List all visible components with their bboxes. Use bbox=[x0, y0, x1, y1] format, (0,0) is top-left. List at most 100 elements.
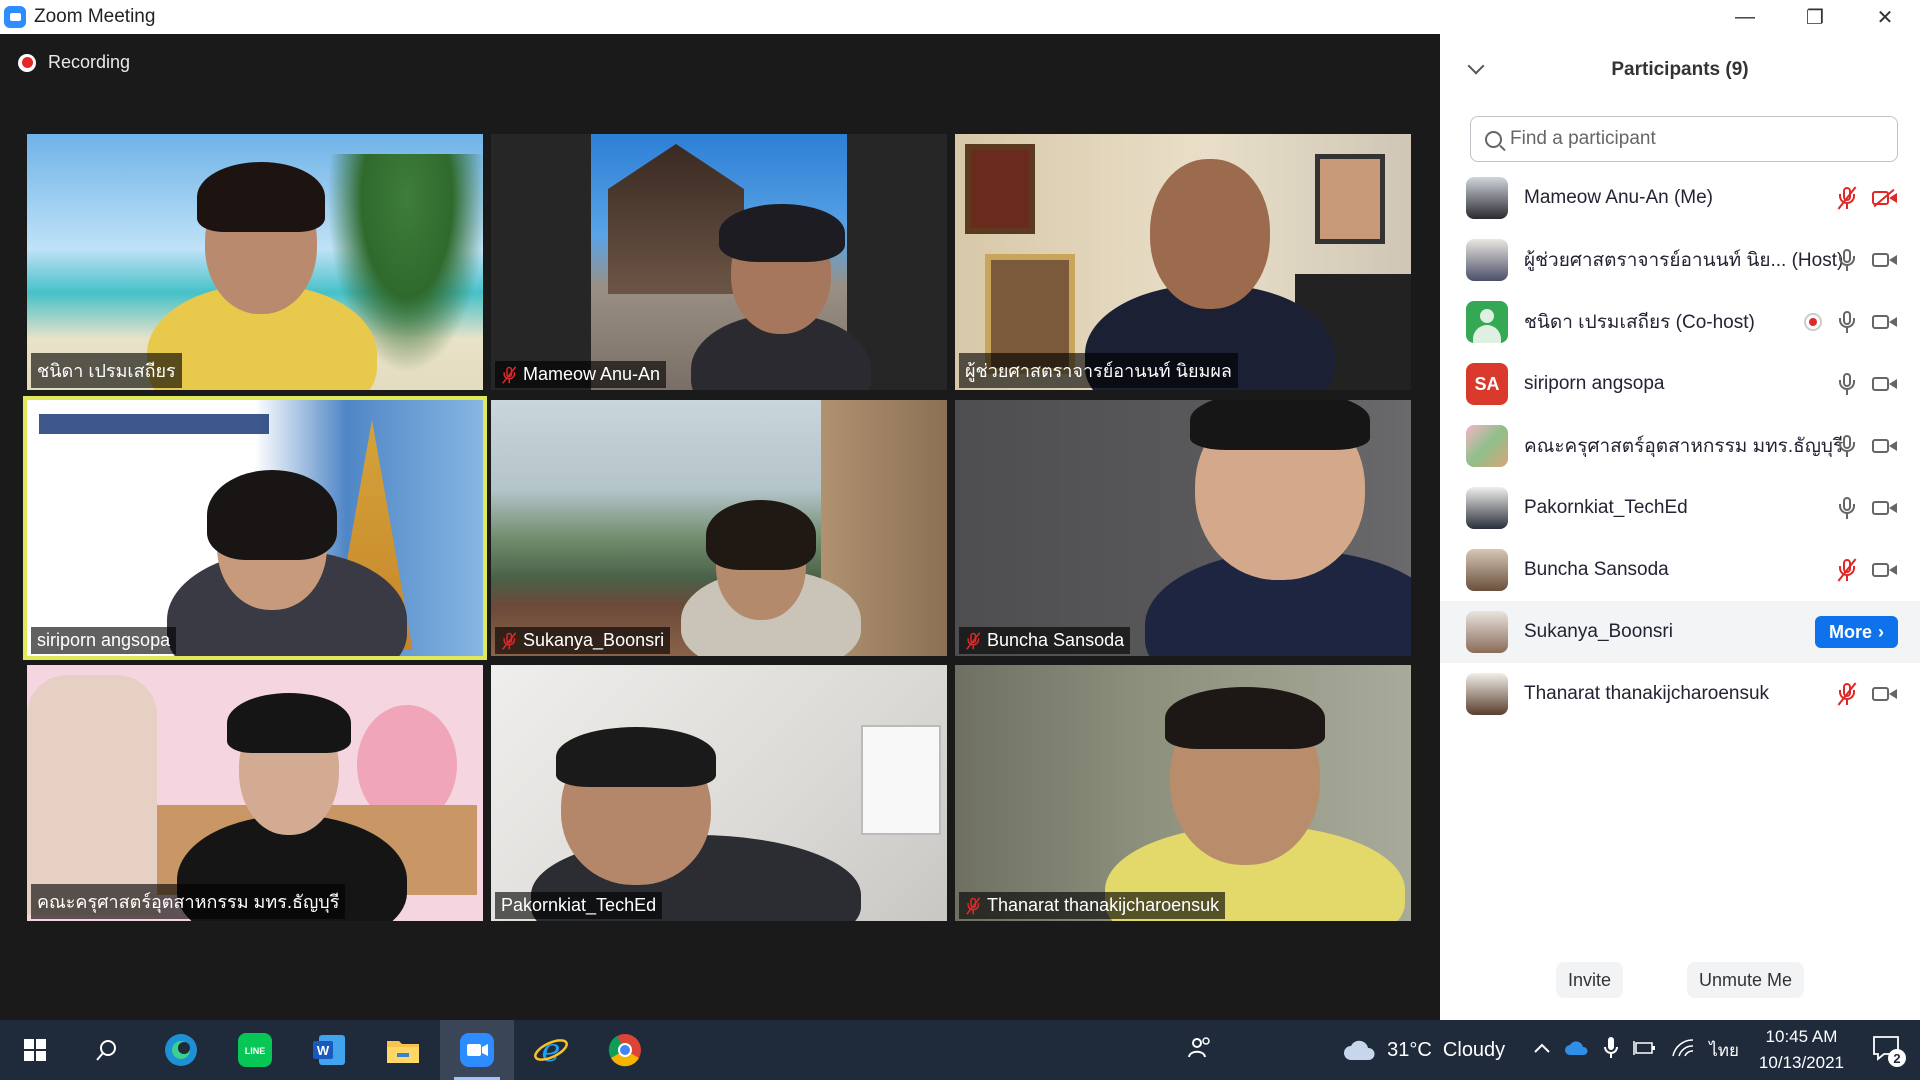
participant-row[interactable]: ชนิดา เปรมเสถียร (Co-host) bbox=[1440, 291, 1920, 353]
mic-icon[interactable] bbox=[1836, 248, 1858, 272]
unmute-me-button[interactable]: Unmute Me bbox=[1686, 962, 1805, 998]
participant-row[interactable]: Pakornkiat_TechEd bbox=[1440, 477, 1920, 539]
chevron-right-icon: › bbox=[1878, 621, 1884, 642]
participant-search[interactable] bbox=[1470, 116, 1898, 162]
video-icon[interactable] bbox=[1872, 437, 1898, 455]
line-app-icon[interactable]: LINE bbox=[218, 1020, 292, 1080]
window-title: Zoom Meeting bbox=[34, 6, 156, 27]
chevron-up-icon[interactable] bbox=[1533, 1041, 1551, 1059]
onedrive-icon[interactable] bbox=[1565, 1040, 1589, 1061]
participant-row[interactable]: Buncha Sansoda bbox=[1440, 539, 1920, 601]
muted-mic-icon bbox=[965, 632, 981, 650]
zoom-app-icon bbox=[4, 6, 26, 28]
panel-footer: Invite Unmute Me bbox=[1440, 962, 1920, 998]
search-icon[interactable] bbox=[70, 1020, 144, 1080]
video-icon[interactable] bbox=[1872, 499, 1898, 517]
video-tile[interactable]: ชนิดา เปรมเสถียร bbox=[27, 134, 483, 390]
zoom-taskbar-icon[interactable] bbox=[440, 1020, 514, 1080]
more-button[interactable]: More › bbox=[1814, 616, 1898, 648]
video-icon[interactable] bbox=[1872, 313, 1898, 331]
video-tile[interactable]: Mameow Anu-An bbox=[491, 134, 947, 390]
video-tile[interactable]: Sukanya_Boonsri bbox=[491, 400, 947, 656]
participant-row-hovered[interactable]: Sukanya_Boonsri More › bbox=[1440, 601, 1920, 663]
participant-row[interactable]: Thanarat thanakijcharoensuk bbox=[1440, 663, 1920, 725]
participants-title: Participants (9) bbox=[1611, 59, 1749, 80]
video-icon[interactable] bbox=[1872, 375, 1898, 393]
word-app-icon[interactable]: W bbox=[292, 1020, 366, 1080]
clock[interactable]: 10:45 AM 10/13/2021 bbox=[1759, 1024, 1844, 1076]
edge-browser-icon[interactable] bbox=[144, 1020, 218, 1080]
video-tile-active-speaker[interactable]: siriporn angsopa bbox=[23, 396, 487, 660]
participant-name: siriporn angsopa bbox=[1524, 373, 1665, 394]
participant-name: Thanarat thanakijcharoensuk bbox=[1524, 683, 1770, 704]
participant-name: Buncha Sansoda bbox=[1524, 559, 1669, 580]
participant-name: คณะครุศาสตร์อุตสาหกรรม มทร.ธัญบุรี bbox=[1524, 436, 1844, 457]
battery-icon[interactable] bbox=[1633, 1040, 1657, 1061]
mic-icon[interactable] bbox=[1836, 434, 1858, 458]
close-icon[interactable]: ✕ bbox=[1850, 0, 1920, 34]
participant-row[interactable]: ผู้ช่วยศาสตราจารย์อานนท์ นิย... (Host) bbox=[1440, 229, 1920, 291]
svg-text:e: e bbox=[542, 1032, 561, 1068]
input-language[interactable]: ไทย bbox=[1709, 1037, 1739, 1064]
mic-icon[interactable] bbox=[1836, 496, 1858, 520]
video-tile[interactable]: Pakornkiat_TechEd bbox=[491, 665, 947, 921]
participant-name: Sukanya_Boonsri bbox=[1524, 621, 1673, 642]
search-icon bbox=[1485, 130, 1502, 148]
mic-icon[interactable] bbox=[1836, 372, 1858, 396]
recording-icon bbox=[1804, 313, 1822, 331]
restore-icon[interactable]: ❐ bbox=[1780, 0, 1850, 34]
people-icon[interactable] bbox=[1187, 1035, 1213, 1066]
title-bar: Zoom Meeting bbox=[0, 0, 1440, 34]
video-icon[interactable] bbox=[1872, 685, 1898, 703]
participant-row[interactable]: SA siriporn angsopa bbox=[1440, 353, 1920, 415]
chrome-icon[interactable] bbox=[588, 1020, 662, 1080]
search-input[interactable] bbox=[1510, 128, 1890, 150]
cloud-icon bbox=[1344, 1040, 1375, 1060]
minimize-icon[interactable]: — bbox=[1710, 0, 1780, 34]
video-off-icon[interactable] bbox=[1872, 189, 1898, 207]
clock-time: 10:45 AM bbox=[1765, 1027, 1838, 1046]
muted-mic-icon[interactable] bbox=[1836, 682, 1858, 706]
internet-explorer-icon[interactable]: e bbox=[514, 1020, 588, 1080]
participant-name: Pakornkiat_TechEd bbox=[1524, 497, 1688, 518]
video-tile[interactable]: Thanarat thanakijcharoensuk bbox=[955, 665, 1411, 921]
avatar bbox=[1466, 549, 1508, 591]
collapse-chevron-icon[interactable] bbox=[1467, 57, 1485, 75]
weather-text: 31°C Cloudy bbox=[1387, 1038, 1506, 1061]
invite-button[interactable]: Invite bbox=[1555, 962, 1623, 998]
muted-mic-icon[interactable] bbox=[1836, 558, 1858, 582]
microphone-tray-icon[interactable] bbox=[1603, 1036, 1619, 1065]
tile-name-label: Pakornkiat_TechEd bbox=[495, 892, 663, 919]
weather-widget[interactable]: 31°C Cloudy bbox=[1343, 1038, 1505, 1062]
start-windows-icon[interactable] bbox=[0, 1020, 70, 1080]
participants-header: Participants (9) bbox=[1440, 52, 1920, 88]
participant-name: ผู้ช่วยศาสตราจารย์อานนท์ นิย... (Host) bbox=[1524, 250, 1844, 271]
video-tile[interactable]: Buncha Sansoda bbox=[955, 400, 1411, 656]
recording-indicator[interactable]: Recording bbox=[18, 52, 130, 73]
tile-name-label: Buncha Sansoda bbox=[959, 627, 1131, 654]
tile-name-label: คณะครุศาสตร์อุตสาหกรรม มทร.ธัญบุรี bbox=[31, 884, 346, 919]
video-tile[interactable]: ผู้ช่วยศาสตราจารย์อานนท์ นิยมผล bbox=[955, 134, 1411, 390]
video-icon[interactable] bbox=[1872, 251, 1898, 269]
avatar bbox=[1466, 301, 1508, 343]
notification-icon[interactable]: 2 bbox=[1872, 1035, 1906, 1067]
muted-mic-icon bbox=[501, 632, 517, 650]
tile-name-label: Sukanya_Boonsri bbox=[495, 627, 671, 654]
file-explorer-icon[interactable] bbox=[366, 1020, 440, 1080]
tile-name-label: ชนิดา เปรมเสถียร bbox=[31, 353, 182, 388]
avatar bbox=[1466, 239, 1508, 281]
participant-list: Mameow Anu-An (Me) ผู้ช่วยศาสตราจารย์อาน… bbox=[1440, 167, 1920, 725]
video-gallery: Recording ชนิดา เปรมเสถียร Mameow Anu-An… bbox=[0, 34, 1440, 1020]
mic-icon[interactable] bbox=[1836, 310, 1858, 334]
tile-name-label: Mameow Anu-An bbox=[495, 361, 667, 388]
tile-name-label: Thanarat thanakijcharoensuk bbox=[959, 892, 1226, 919]
tile-name-label: ผู้ช่วยศาสตราจารย์อานนท์ นิยมผล bbox=[959, 353, 1238, 388]
muted-mic-icon bbox=[501, 366, 517, 384]
video-tile[interactable]: คณะครุศาสตร์อุตสาหกรรม มทร.ธัญบุรี bbox=[27, 665, 483, 921]
tile-name-label: siriporn angsopa bbox=[31, 627, 177, 654]
wifi-icon[interactable] bbox=[1671, 1038, 1695, 1063]
participant-row[interactable]: Mameow Anu-An (Me) bbox=[1440, 167, 1920, 229]
video-icon[interactable] bbox=[1872, 561, 1898, 579]
muted-mic-icon[interactable] bbox=[1836, 186, 1858, 210]
participant-row[interactable]: คณะครุศาสตร์อุตสาหกรรม มทร.ธัญบุรี bbox=[1440, 415, 1920, 477]
